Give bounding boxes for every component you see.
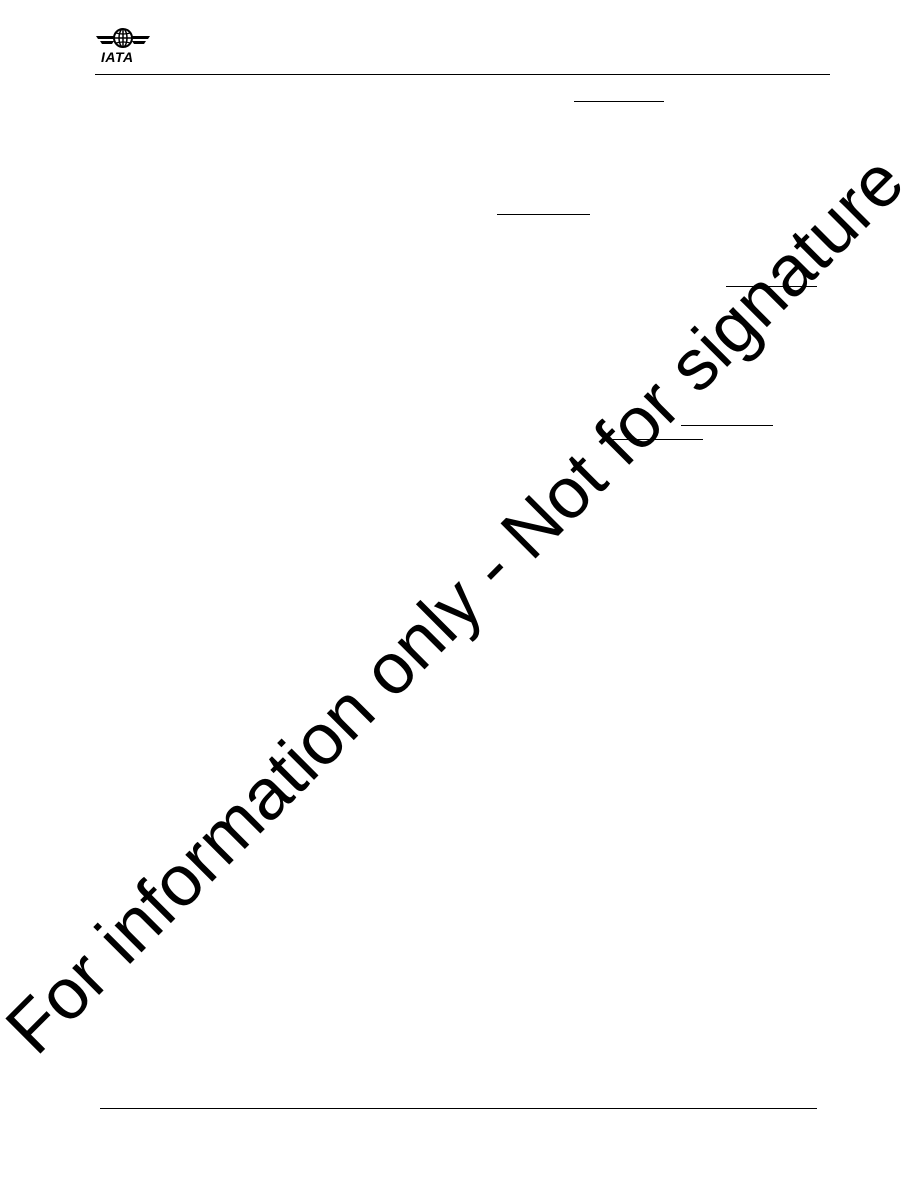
blank-line	[497, 214, 590, 215]
blank-line	[681, 425, 773, 426]
blank-line	[574, 101, 664, 102]
logo-text: IATA	[101, 49, 134, 65]
header-rule	[95, 74, 830, 75]
footer-rule	[100, 1108, 817, 1109]
watermark: For information only - Not for signature	[0, 140, 918, 1070]
